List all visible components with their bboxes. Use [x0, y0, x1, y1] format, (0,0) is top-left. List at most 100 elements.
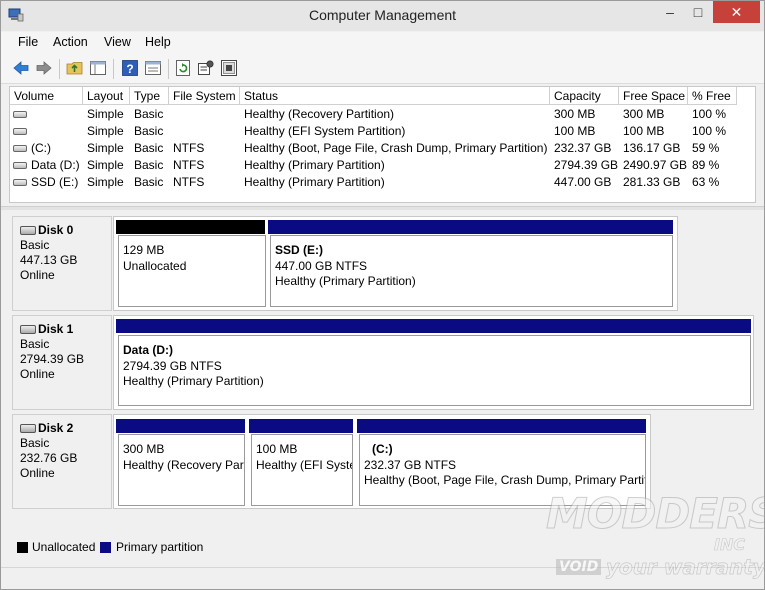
- partition-recovery[interactable]: 300 MB Healthy (Recovery Par: [118, 434, 245, 506]
- disk-icon: [20, 325, 36, 334]
- disk-map: Disk 0 Basic 447.13 GB Online 129 MB Una…: [9, 212, 756, 512]
- volume-percent-free: 63 %: [692, 175, 720, 189]
- disk-name: Disk 0: [38, 223, 74, 237]
- toolbar-separator: [113, 59, 114, 79]
- minimize-button[interactable]: –: [656, 1, 684, 23]
- disk-type: Basic: [20, 337, 50, 351]
- watermark-tagline: your warranty: [606, 555, 765, 580]
- legend-unallocated: Unallocated: [32, 540, 96, 554]
- menu-file[interactable]: File: [18, 35, 38, 49]
- partition-size: 232.37 GB NTFS: [364, 457, 457, 472]
- watermark-brand: MODDERS: [546, 489, 765, 539]
- volume-type: Basic: [134, 158, 164, 172]
- partition-status: Healthy (Recovery Par: [123, 457, 244, 472]
- partition-data-d[interactable]: Data (D:) 2794.39 GB NTFS Healthy (Prima…: [118, 335, 751, 406]
- partition-title: (C:): [372, 442, 393, 456]
- primary-partition-bar: [249, 419, 353, 433]
- svg-text:?: ?: [126, 62, 133, 76]
- volume-file-system: NTFS: [173, 175, 205, 189]
- column-header-layout[interactable]: Layout: [83, 87, 130, 105]
- disk-type: Basic: [20, 238, 50, 252]
- volume-type: Basic: [134, 175, 164, 189]
- partition-status: Healthy (EFI Syste: [256, 457, 353, 472]
- toolbar: ?: [1, 54, 764, 84]
- partition-ssd-e[interactable]: SSD (E:) 447.00 GB NTFS Healthy (Primary…: [270, 235, 673, 307]
- disk-name: Disk 1: [38, 322, 74, 336]
- partition-unallocated[interactable]: 129 MB Unallocated: [118, 235, 266, 307]
- drive-icon: [13, 128, 27, 135]
- table-row[interactable]: Data (D:) Simple Basic NTFS Healthy (Pri…: [10, 157, 755, 174]
- column-header-volume[interactable]: Volume: [10, 87, 83, 105]
- volume-free-space: 300 MB: [623, 107, 665, 121]
- pane-splitter[interactable]: [1, 206, 764, 210]
- volume-status: Healthy (Boot, Page File, Crash Dump, Pr…: [244, 141, 548, 155]
- volume-layout: Simple: [87, 124, 124, 138]
- help-icon[interactable]: ?: [121, 59, 139, 77]
- disk-size: 232.76 GB: [20, 451, 78, 465]
- toolbar-separator: [59, 59, 60, 79]
- drive-icon: [13, 179, 27, 186]
- back-arrow-icon[interactable]: [12, 59, 30, 77]
- partition-size: 300 MB: [123, 442, 165, 456]
- column-header-percent-free[interactable]: % Free: [688, 87, 737, 105]
- disk-2-label[interactable]: Disk 2 Basic 232.76 GB Online: [12, 414, 112, 509]
- disk-0-label[interactable]: Disk 0 Basic 447.13 GB Online: [12, 216, 112, 311]
- title-bar[interactable]: Computer Management – □ ✕: [1, 1, 764, 31]
- column-header-file-system[interactable]: File System: [169, 87, 240, 105]
- partition-efi[interactable]: 100 MB Healthy (EFI Syste: [251, 434, 353, 506]
- volume-name: (C:): [31, 141, 51, 155]
- properties-icon[interactable]: [144, 59, 162, 77]
- volume-free-space: 136.17 GB: [623, 141, 681, 155]
- table-row[interactable]: (C:) Simple Basic NTFS Healthy (Boot, Pa…: [10, 140, 755, 157]
- volume-percent-free: 59 %: [692, 141, 720, 155]
- partition-title: SSD (E:): [275, 243, 323, 257]
- table-row[interactable]: SSD (E:) Simple Basic NTFS Healthy (Prim…: [10, 174, 755, 191]
- table-row[interactable]: Simple Basic Healthy (Recovery Partition…: [10, 106, 755, 123]
- column-header-capacity[interactable]: Capacity: [550, 87, 619, 105]
- disk-state: Online: [20, 466, 55, 480]
- volume-layout: Simple: [87, 107, 124, 121]
- window-title: Computer Management: [308, 7, 457, 23]
- export-icon[interactable]: [220, 59, 238, 77]
- volume-status: Healthy (Recovery Partition): [244, 107, 395, 121]
- volume-status: Healthy (Primary Partition): [244, 158, 385, 172]
- volume-free-space: 2490.97 GB: [623, 158, 688, 172]
- toolbar-separator: [168, 59, 169, 79]
- volume-percent-free: 100 %: [692, 107, 727, 121]
- volume-name: SSD (E:): [31, 175, 79, 189]
- forward-arrow-icon[interactable]: [35, 59, 53, 77]
- partition-size: 2794.39 GB NTFS: [123, 358, 222, 373]
- refresh-icon[interactable]: [174, 59, 192, 77]
- disk-size: 447.13 GB: [20, 253, 78, 267]
- column-header-free-space[interactable]: Free Space: [619, 87, 688, 105]
- close-button[interactable]: ✕: [713, 1, 760, 23]
- drive-icon: [13, 111, 27, 118]
- menu-help[interactable]: Help: [145, 35, 171, 49]
- volume-free-space: 281.33 GB: [623, 175, 681, 189]
- watermark-void: VOID: [556, 559, 602, 575]
- table-row[interactable]: Simple Basic Healthy (EFI System Partiti…: [10, 123, 755, 140]
- disk-1-label[interactable]: Disk 1 Basic 2794.39 GB Online: [12, 315, 112, 410]
- volume-layout: Simple: [87, 158, 124, 172]
- column-header-type[interactable]: Type: [130, 87, 169, 105]
- partition-size: 100 MB: [256, 442, 298, 456]
- menu-view[interactable]: View: [104, 35, 131, 49]
- volume-layout: Simple: [87, 175, 124, 189]
- show-hide-tree-icon[interactable]: [89, 59, 107, 77]
- maximize-button[interactable]: □: [684, 1, 712, 23]
- disk-size: 2794.39 GB: [20, 352, 85, 366]
- folder-up-icon[interactable]: [66, 59, 84, 77]
- settings-icon[interactable]: [197, 59, 215, 77]
- column-header-status[interactable]: Status: [240, 87, 550, 105]
- volume-layout: Simple: [87, 141, 124, 155]
- volume-capacity: 300 MB: [554, 107, 596, 121]
- unallocated-swatch: [17, 542, 28, 553]
- volume-type: Basic: [134, 124, 164, 138]
- menu-action[interactable]: Action: [53, 35, 88, 49]
- volume-type: Basic: [134, 107, 164, 121]
- volume-capacity: 2794.39 GB: [554, 158, 619, 172]
- disk-name: Disk 2: [38, 421, 74, 435]
- disk-icon: [20, 226, 36, 235]
- disk-state: Online: [20, 268, 55, 282]
- volume-free-space: 100 MB: [623, 124, 665, 138]
